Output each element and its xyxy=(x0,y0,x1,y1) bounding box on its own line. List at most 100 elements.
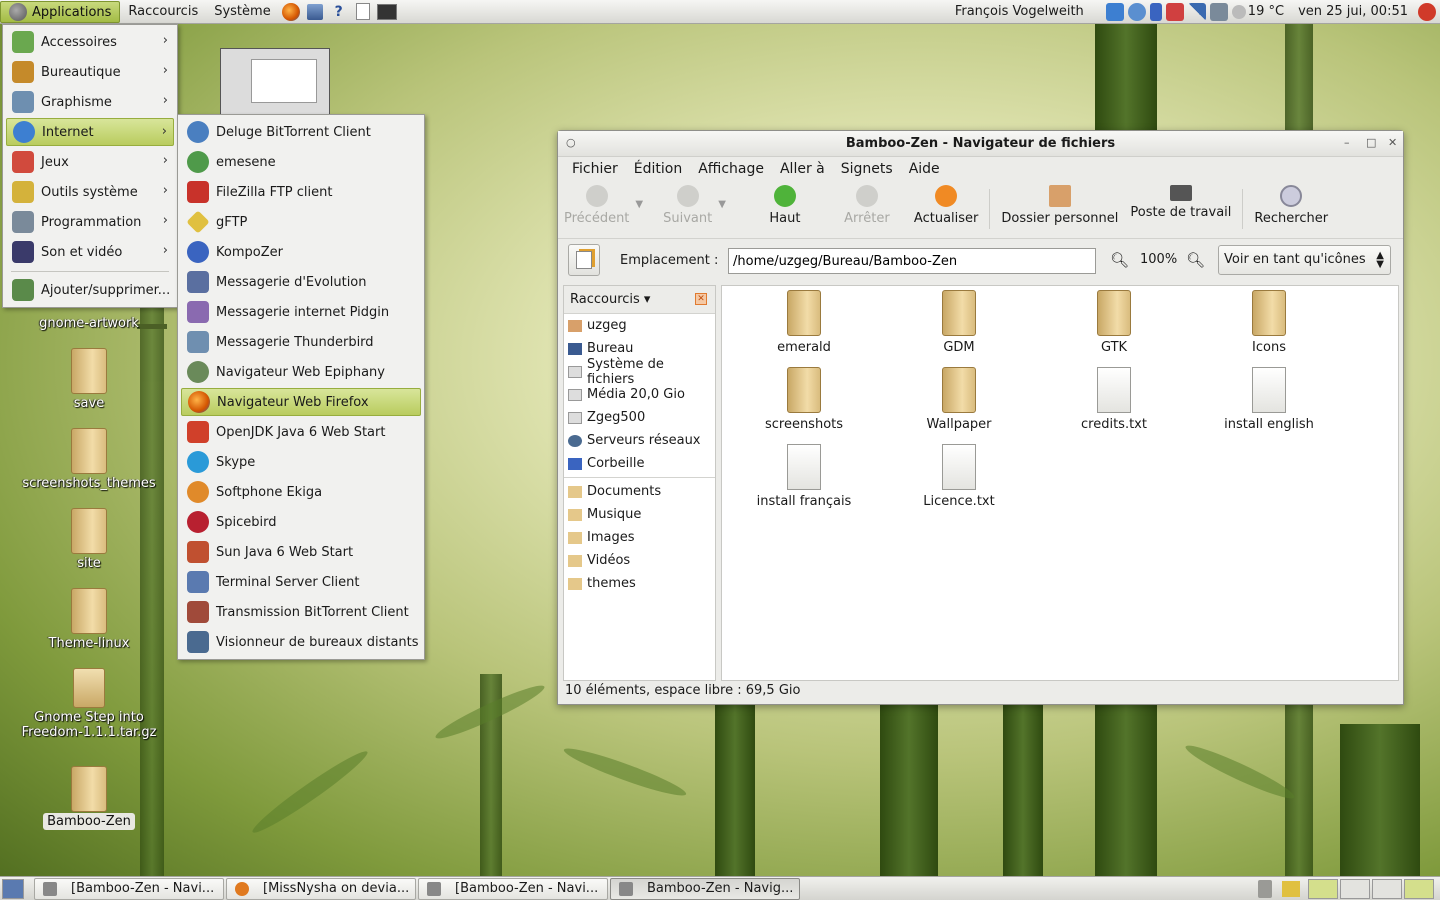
file-item-wallpaper[interactable]: Wallpaper xyxy=(884,367,1034,432)
terminal-icon[interactable] xyxy=(376,2,398,22)
sidebar-item-musique[interactable]: Musique xyxy=(564,503,715,526)
sidebar-item-themes[interactable]: themes xyxy=(564,572,715,595)
desktop-icon-bamboo-zen[interactable]: Bamboo-Zen xyxy=(14,766,164,830)
workspace-2[interactable] xyxy=(1340,878,1370,899)
forward-dropdown-icon[interactable]: ▼ xyxy=(718,199,726,210)
file-item-install-francais[interactable]: install français xyxy=(729,444,879,509)
menu-item-ekiga[interactable]: Softphone Ekiga xyxy=(181,478,421,506)
workspace-3[interactable] xyxy=(1372,878,1402,899)
messenger-icon[interactable] xyxy=(1127,2,1146,21)
menu-outils-systeme[interactable]: Outils système › xyxy=(6,178,174,206)
text-editor-icon[interactable] xyxy=(352,2,374,22)
stop-button[interactable]: Arrêter xyxy=(832,185,902,226)
back-dropdown-icon[interactable]: ▼ xyxy=(635,199,643,210)
desktop-icon-archive[interactable]: Gnome Step into Freedom-1.1.1.tar.gz xyxy=(14,668,164,740)
notes-icon[interactable] xyxy=(1282,880,1300,897)
file-item-emerald[interactable]: emerald xyxy=(729,290,879,355)
signal-icon[interactable] xyxy=(1187,2,1206,21)
user-switcher[interactable]: François Vogelweith xyxy=(955,4,1084,19)
taskbar-item[interactable]: [Bamboo-Zen - Navi... xyxy=(418,877,608,900)
taskbar-item[interactable]: [MissNysha on devia... xyxy=(226,877,416,900)
menu-item-kompozer[interactable]: KompoZer xyxy=(181,238,421,266)
menu-item-deluge[interactable]: Deluge BitTorrent Client xyxy=(181,118,421,146)
close-sidebar-icon[interactable]: ✕ xyxy=(695,293,707,305)
titlebar[interactable]: ○ Bamboo-Zen - Navigateur de fichiers – … xyxy=(558,131,1403,157)
forward-button[interactable]: Suivant xyxy=(657,185,718,226)
menu-item-firefox[interactable]: Navigateur Web Firefox xyxy=(181,388,421,416)
desktop-icon-screenshots-themes[interactable]: screenshots_themes xyxy=(14,428,164,491)
zoom-in-icon[interactable]: 🔍︎ xyxy=(1186,251,1205,269)
file-item-credits[interactable]: credits.txt xyxy=(1039,367,1189,432)
temperature[interactable]: 19 °C xyxy=(1248,4,1284,19)
view-mode-select[interactable]: Voir en tant qu'icônes ▲ ▼ xyxy=(1218,245,1391,275)
search-button[interactable]: Rechercher xyxy=(1248,185,1334,226)
menu-item-tsclient[interactable]: Terminal Server Client xyxy=(181,568,421,596)
firefox-icon[interactable] xyxy=(280,2,302,22)
trash-icon[interactable] xyxy=(1258,879,1272,898)
sidebar-item-filesystem[interactable]: Système de fichiers xyxy=(564,357,715,387)
desktop-icon-save[interactable]: save xyxy=(14,348,164,411)
sidebar-type-select[interactable]: Raccourcis ▾ xyxy=(570,292,650,307)
back-button[interactable]: Précédent xyxy=(558,185,635,226)
menu-item-vinagre[interactable]: Visionneur de bureaux distants xyxy=(181,628,421,656)
sidebar-item-uzgeg[interactable]: uzgeg xyxy=(564,314,715,337)
system-menu-button[interactable]: Système xyxy=(206,1,278,23)
shutdown-icon[interactable] xyxy=(1418,2,1436,21)
menu-aide[interactable]: Aide xyxy=(901,161,948,177)
zoom-level[interactable]: 100% xyxy=(1140,252,1177,267)
menu-programmation[interactable]: Programmation › xyxy=(6,208,174,236)
menu-item-transmission[interactable]: Transmission BitTorrent Client xyxy=(181,598,421,626)
workspace-1[interactable] xyxy=(1308,878,1338,899)
taskbar-item-active[interactable]: Bamboo-Zen - Navig... xyxy=(610,877,800,900)
menu-item-pidgin[interactable]: Messagerie internet Pidgin xyxy=(181,298,421,326)
show-desktop-button[interactable] xyxy=(2,878,24,899)
menu-edition[interactable]: Édition xyxy=(626,161,690,177)
sidebar-item-trash[interactable]: Corbeille xyxy=(564,452,715,475)
file-item-screenshots[interactable]: screenshots xyxy=(729,367,879,432)
file-item-gtk[interactable]: GTK xyxy=(1039,290,1189,355)
menu-item-sun-java[interactable]: Sun Java 6 Web Start xyxy=(181,538,421,566)
location-input[interactable] xyxy=(728,248,1096,274)
system-monitor-icon[interactable] xyxy=(304,2,326,22)
menu-add-remove[interactable]: Ajouter/supprimer... xyxy=(6,276,174,304)
menu-fichier[interactable]: Fichier xyxy=(564,161,626,177)
desktop-icon-site[interactable]: site xyxy=(14,508,164,571)
sidebar-item-zgeg500[interactable]: Zgeg500 xyxy=(564,406,715,429)
menu-bureautique[interactable]: Bureautique › xyxy=(6,58,174,86)
menu-item-epiphany[interactable]: Navigateur Web Epiphany xyxy=(181,358,421,386)
zoom-out-icon[interactable]: 🔍︎ xyxy=(1110,251,1129,269)
desktop-icon-theme-linux[interactable]: Theme-linux xyxy=(14,588,164,651)
up-button[interactable]: Haut xyxy=(750,185,820,226)
desktop-icon-gnome-artwork[interactable]: gnome-artwork xyxy=(14,316,164,331)
menu-graphisme[interactable]: Graphisme › xyxy=(6,88,174,116)
menu-son-et-video[interactable]: Son et vidéo › xyxy=(6,238,174,266)
menu-item-gftp[interactable]: gFTP xyxy=(181,208,421,236)
menu-jeux[interactable]: Jeux › xyxy=(6,148,174,176)
network-icon[interactable] xyxy=(1105,2,1124,21)
menu-accessoires[interactable]: Accessoires › xyxy=(6,28,174,56)
menu-item-filezilla[interactable]: FileZilla FTP client xyxy=(181,178,421,206)
sidebar-item-videos[interactable]: Vidéos xyxy=(564,549,715,572)
volume-icon[interactable] xyxy=(1209,2,1228,21)
file-item-licence[interactable]: Licence.txt xyxy=(884,444,1034,509)
file-item-install-english[interactable]: install english xyxy=(1194,367,1344,432)
file-item-gdm[interactable]: GDM xyxy=(884,290,1034,355)
minimize-icon[interactable]: – xyxy=(1344,136,1350,149)
menu-affichage[interactable]: Affichage xyxy=(690,161,772,177)
computer-button[interactable]: Poste de travail xyxy=(1124,185,1237,220)
file-item-icons[interactable]: Icons xyxy=(1194,290,1344,355)
update-icon[interactable] xyxy=(1165,2,1184,21)
menu-item-openjdk[interactable]: OpenJDK Java 6 Web Start xyxy=(181,418,421,446)
menu-internet[interactable]: Internet › xyxy=(6,118,174,146)
location-toggle-button[interactable] xyxy=(568,244,600,276)
reload-button[interactable]: Actualiser xyxy=(908,185,984,226)
menu-item-emesene[interactable]: emesene xyxy=(181,148,421,176)
menu-aller[interactable]: Aller à xyxy=(772,161,833,177)
home-button[interactable]: Dossier personnel xyxy=(995,185,1124,226)
applications-menu-button[interactable]: Applications xyxy=(0,0,121,23)
sidebar-item-images[interactable]: Images xyxy=(564,526,715,549)
sidebar-item-network[interactable]: Serveurs réseaux xyxy=(564,429,715,452)
taskbar-item[interactable]: [Bamboo-Zen - Navi... xyxy=(34,877,224,900)
sidebar-item-documents[interactable]: Documents xyxy=(564,480,715,503)
menu-signets[interactable]: Signets xyxy=(833,161,901,177)
